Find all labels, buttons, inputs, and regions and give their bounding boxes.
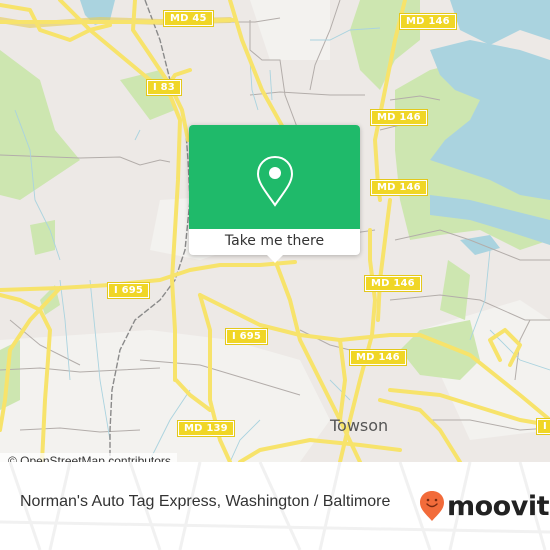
place-label-towson: Towson (330, 416, 389, 435)
moovit-logo[interactable]: moovit (419, 486, 550, 526)
moovit-wordmark: moovit (447, 490, 550, 522)
road-label-i83: I 83 (146, 79, 182, 96)
map-view[interactable]: MD 45 I 83 MD 146 MD 146 MD 146 MD 146 M… (0, 0, 550, 462)
place-title: Norman's Auto Tag Express, Washington / … (20, 493, 391, 510)
footer: Norman's Auto Tag Express, Washington / … (0, 462, 550, 550)
road-label-md146-b: MD 146 (370, 109, 428, 126)
road-label-md45: MD 45 (163, 10, 214, 27)
map-attribution[interactable]: © OpenStreetMap contributors (0, 453, 177, 462)
popup-header (189, 125, 360, 229)
road-label-i695-b: I 695 (224, 328, 269, 345)
road-label-md146-a: MD 146 (399, 13, 457, 30)
road-label-partial: I (536, 418, 550, 435)
take-me-there-button[interactable]: Take me there (189, 229, 360, 255)
road-label-i695-a: I 695 (106, 282, 151, 299)
road-label-md146-d: MD 146 (364, 275, 422, 292)
moovit-pin-icon (420, 491, 444, 521)
map-pin-icon (256, 155, 294, 207)
location-popup: Take me there (189, 125, 360, 263)
popup-tail (265, 253, 285, 263)
road-label-md139: MD 139 (177, 420, 235, 437)
road-label-md146-c: MD 146 (370, 179, 428, 196)
road-label-md146-e: MD 146 (349, 349, 407, 366)
